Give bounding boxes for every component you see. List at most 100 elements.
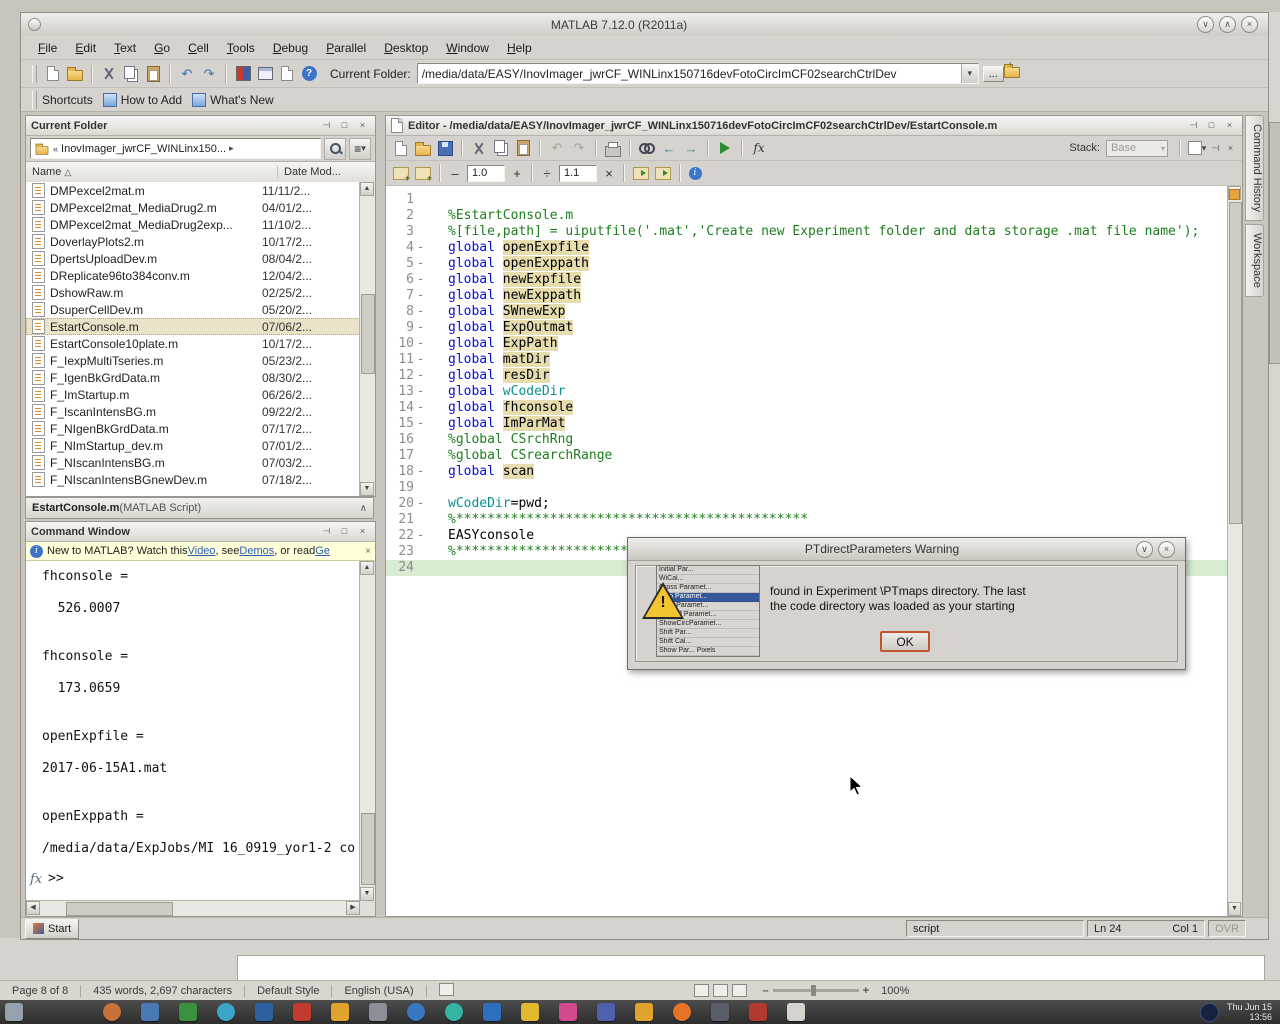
taskbar-app-3-icon[interactable] — [179, 1003, 197, 1021]
editor-scrollbar[interactable]: ▲ ▼ — [1227, 186, 1242, 916]
run-icon[interactable] — [714, 137, 736, 159]
file-row[interactable]: DsuperCellDev.m05/20/2... — [26, 301, 360, 318]
maximize-panel-icon[interactable]: □ — [337, 118, 352, 133]
open-file-icon[interactable] — [64, 63, 86, 85]
profiler-icon[interactable] — [276, 63, 298, 85]
menu-go[interactable]: Go — [145, 39, 179, 57]
code-line[interactable]: 6-global newExpfile — [386, 272, 1228, 288]
file-row[interactable]: DshowRaw.m02/25/2... — [26, 284, 360, 301]
menu-help[interactable]: Help — [498, 39, 541, 57]
divide-value-button[interactable]: ÷ — [538, 164, 556, 182]
code-line[interactable]: 19 — [386, 480, 1228, 496]
code-line[interactable]: 11-global matDir — [386, 352, 1228, 368]
file-row[interactable]: DMPexcel2mat_MediaDrug2exp...11/10/2... — [26, 216, 360, 233]
dock-icon[interactable]: ⊣ — [319, 118, 334, 133]
scroll-down-icon[interactable]: ▼ — [360, 887, 374, 901]
file-name[interactable]: F_IgenBkGrdData.m — [50, 371, 262, 385]
file-row[interactable]: DpertsUploadDev.m08/04/2... — [26, 250, 360, 267]
close-panel-icon[interactable]: × — [355, 118, 370, 133]
dialog-close-button[interactable]: × — [1158, 541, 1175, 558]
view-options-icon[interactable]: ≡▾ — [349, 138, 371, 160]
maximize-panel-icon[interactable]: □ — [1204, 118, 1219, 133]
window-menu-icon[interactable] — [28, 18, 41, 31]
code-line[interactable]: 13-global wCodeDir — [386, 384, 1228, 400]
decrease-value-button[interactable]: – — [446, 164, 464, 182]
taskbar-app-18-icon[interactable] — [749, 1003, 767, 1021]
video-link[interactable]: Video — [188, 545, 216, 557]
dock-icon[interactable]: ⊣ — [319, 524, 334, 539]
minimize-button[interactable]: ∨ — [1197, 16, 1214, 33]
scroll-up-icon[interactable]: ▲ — [360, 182, 374, 196]
breadcrumb[interactable]: « InovImager_jwrCF_WINLinx150... ▸ — [30, 138, 321, 159]
file-row[interactable]: DReplicate96to384conv.m12/04/2... — [26, 267, 360, 284]
code-line[interactable]: 1 — [386, 192, 1228, 208]
back-icon[interactable]: ← — [658, 137, 680, 159]
writer-language[interactable]: English (USA) — [344, 985, 413, 997]
file-row[interactable]: EstartConsole.m07/06/2... — [26, 318, 360, 335]
maximize-button[interactable]: ∧ — [1219, 16, 1236, 33]
menu-tools[interactable]: Tools — [218, 39, 264, 57]
up-folder-icon[interactable] — [1004, 63, 1026, 85]
taskbar-app-16-icon[interactable] — [673, 1003, 691, 1021]
ok-button[interactable]: OK — [880, 631, 930, 652]
taskbar-app-9-icon[interactable] — [407, 1003, 425, 1021]
menu-edit[interactable]: Edit — [66, 39, 105, 57]
code-line[interactable]: 15-global ImParMat — [386, 416, 1228, 432]
evaluate-cell-advance-icon[interactable] — [652, 162, 674, 184]
file-name[interactable]: F_NImStartup_dev.m — [50, 439, 262, 453]
zoom-slider-thumb[interactable] — [811, 985, 816, 996]
new-file-icon[interactable] — [42, 63, 64, 85]
insert-cell-icon[interactable] — [390, 162, 412, 184]
close-panel-icon[interactable]: × — [1222, 118, 1237, 133]
undock-editor-icon[interactable]: ⊣ — [1208, 141, 1223, 156]
copy-icon[interactable] — [490, 137, 512, 159]
file-row[interactable]: DMPexcel2mat_MediaDrug2.m04/01/2... — [26, 199, 360, 216]
start-button[interactable]: Start — [25, 919, 79, 939]
open-file-icon[interactable] — [412, 137, 434, 159]
menu-text[interactable]: Text — [105, 39, 145, 57]
menu-desktop[interactable]: Desktop — [375, 39, 437, 57]
taskbar-app-5-icon[interactable] — [255, 1003, 273, 1021]
cell-value-1-input[interactable]: 1.0 — [467, 165, 505, 182]
code-line[interactable]: 5-global openExppath — [386, 256, 1228, 272]
writer-page-style[interactable]: Default Style — [257, 985, 319, 997]
getting-started-link[interactable]: Ge — [315, 545, 330, 557]
taskbar-app-6-icon[interactable] — [293, 1003, 311, 1021]
zoom-in-icon[interactable]: + — [863, 985, 869, 997]
file-row[interactable]: F_ImStartup.m06/26/2... — [26, 386, 360, 403]
dialog-titlebar[interactable]: PTdirectParameters Warning ∨ × — [628, 538, 1185, 561]
file-name[interactable]: F_NIscanIntensBGnewDev.m — [50, 473, 262, 487]
dialog-minimize-button[interactable]: ∨ — [1136, 541, 1153, 558]
zoom-slider[interactable]: – + — [763, 985, 870, 997]
taskbar-app-17-icon[interactable] — [711, 1003, 729, 1021]
mlint-indicator[interactable] — [1229, 189, 1240, 200]
new-file-icon[interactable] — [390, 137, 412, 159]
scroll-right-icon[interactable]: ▶ — [346, 901, 360, 915]
file-name[interactable]: F_IexpMultiTseries.m — [50, 354, 262, 368]
print-icon[interactable] — [602, 137, 624, 159]
file-list-header[interactable]: Name △ Date Mod... — [26, 162, 375, 183]
command-window-output[interactable]: fhconsole = 526.0007 fhconsole = 173.065… — [26, 561, 360, 901]
file-row[interactable]: F_NIscanIntensBG.m07/03/2... — [26, 454, 360, 471]
file-row[interactable]: F_NImStartup_dev.m07/01/2... — [26, 437, 360, 454]
file-name[interactable]: DMPexcel2mat_MediaDrug2.m — [50, 201, 262, 215]
demos-link[interactable]: Demos — [239, 545, 274, 557]
scrollbar-thumb[interactable] — [66, 902, 173, 916]
file-row[interactable]: DMPexcel2mat.m11/11/2... — [26, 182, 360, 199]
browse-folder-button[interactable]: ... — [983, 66, 1004, 82]
taskbar-app-15-icon[interactable] — [635, 1003, 653, 1021]
file-row[interactable]: DoverlayPlots2.m10/17/2... — [26, 233, 360, 250]
file-name[interactable]: DoverlayPlots2.m — [50, 235, 262, 249]
taskbar-app-12-icon[interactable] — [521, 1003, 539, 1021]
file-name[interactable]: DReplicate96to384conv.m — [50, 269, 262, 283]
cut-icon[interactable] — [98, 63, 120, 85]
scrollbar-thumb[interactable] — [1229, 202, 1242, 524]
file-name[interactable]: DMPexcel2mat.m — [50, 184, 262, 198]
shortcut-label[interactable]: What's New — [210, 93, 274, 107]
chevron-right-icon[interactable]: ▸ — [229, 143, 234, 154]
taskbar-app-19-icon[interactable] — [787, 1003, 805, 1021]
info-icon[interactable]: i — [686, 162, 708, 184]
date-column-header[interactable]: Date Mod... — [278, 166, 341, 178]
save-icon[interactable] — [434, 137, 456, 159]
scroll-up-icon[interactable]: ▲ — [360, 561, 374, 575]
